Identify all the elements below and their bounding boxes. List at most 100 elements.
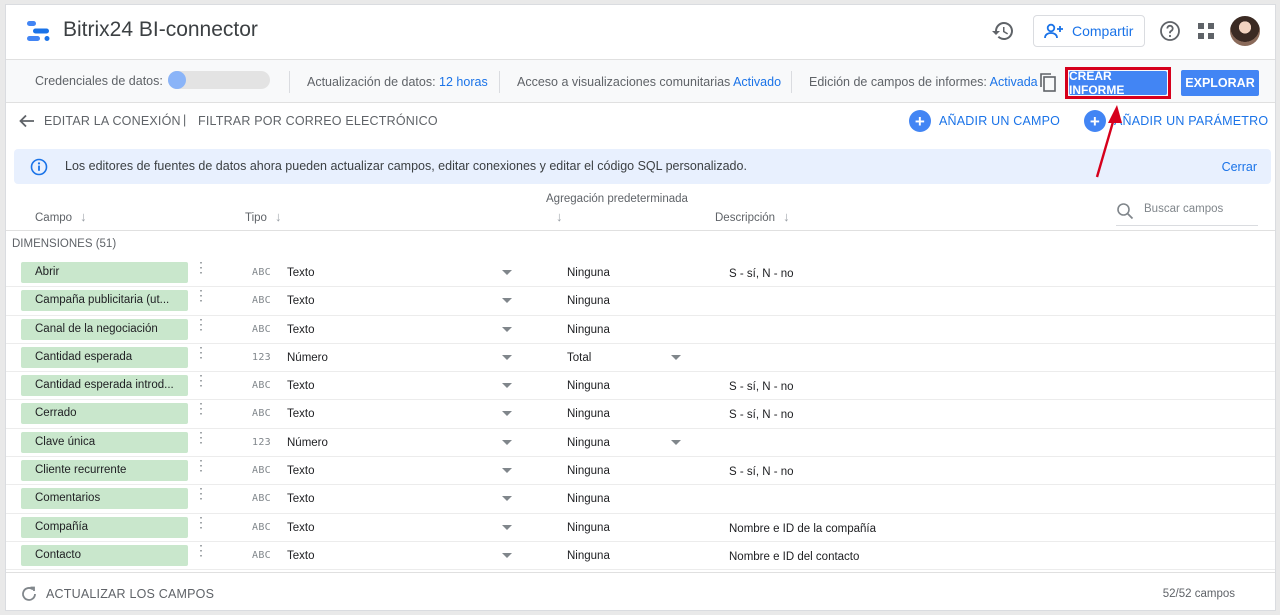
help-icon[interactable]	[1159, 20, 1181, 42]
type-dropdown-icon[interactable]	[502, 326, 512, 332]
type-dropdown-icon[interactable]	[502, 468, 512, 474]
table-row: Canal de la negociación ⋮ ABC Texto Ning…	[6, 316, 1275, 344]
banner-close-link[interactable]: Cerrar	[1222, 160, 1257, 174]
field-name-chip[interactable]: Cantidad esperada introd...	[21, 375, 188, 397]
more-vert-icon[interactable]: ⋮	[194, 515, 208, 537]
apps-grid-icon[interactable]	[1197, 22, 1215, 40]
more-vert-icon[interactable]: ⋮	[194, 345, 208, 367]
field-name-chip[interactable]: Canal de la negociación	[21, 318, 188, 340]
table-row: Cantidad esperada ⋮ 123 Número Total	[6, 344, 1275, 373]
report-edit-label: Edición de campos de informes:	[809, 75, 987, 89]
table-row: Contacto ⋮ ABC Texto Ninguna Nombre e ID…	[6, 542, 1275, 571]
field-name-chip[interactable]: Contacto	[21, 544, 188, 566]
report-edit-info: Edición de campos de informes: Activada	[809, 75, 1038, 89]
type-dropdown-icon[interactable]	[502, 270, 512, 275]
type-dropdown-icon[interactable]	[502, 354, 512, 360]
info-banner: Los editores de fuentes de datos ahora p…	[14, 149, 1271, 184]
edit-bar-separator: |	[183, 113, 187, 127]
field-aggregation: Ninguna	[567, 493, 610, 506]
field-name-chip[interactable]: Compañía	[21, 516, 188, 538]
add-field-label: AÑADIR UN CAMPO	[939, 114, 1061, 128]
column-aggregation-label: Agregación predeterminada	[546, 193, 688, 205]
type-number-icon: 123	[252, 351, 271, 363]
field-name-chip[interactable]: Comentarios	[21, 488, 188, 510]
type-text-icon: ABC	[252, 465, 271, 477]
credentials-label: Credenciales de datos:	[35, 74, 163, 88]
field-type: Texto	[287, 380, 315, 393]
table-row: Cantidad esperada introd... ⋮ ABC Texto …	[6, 372, 1275, 401]
explore-button[interactable]: EXPLORAR	[1181, 70, 1259, 96]
edit-connection-link[interactable]: EDITAR LA CONEXIÓN	[44, 114, 181, 128]
column-field-label: Campo	[35, 212, 73, 224]
column-type-label: Tipo	[245, 212, 267, 224]
search-fields-input[interactable]	[1144, 203, 1254, 215]
more-vert-icon[interactable]: ⋮	[194, 260, 208, 282]
type-text-icon: ABC	[252, 267, 271, 278]
more-vert-icon[interactable]: ⋮	[194, 373, 208, 395]
column-header-description[interactable]: Descripción ↓	[715, 209, 790, 224]
aggregation-dropdown-icon[interactable]	[671, 439, 681, 445]
column-header-field[interactable]: Campo ↓	[35, 209, 87, 224]
field-aggregation: Ninguna	[567, 521, 610, 534]
history-icon[interactable]	[991, 19, 1015, 43]
info-icon	[30, 158, 48, 176]
type-dropdown-icon[interactable]	[502, 552, 512, 558]
create-report-button[interactable]: CREAR INFORME	[1069, 69, 1167, 97]
field-description[interactable]: Nombre e ID de la compañía	[729, 523, 876, 535]
user-avatar[interactable]	[1230, 16, 1260, 46]
type-dropdown-icon[interactable]	[502, 496, 512, 502]
banner-message: Los editores de fuentes de datos ahora p…	[65, 159, 747, 173]
edit-bar: EDITAR LA CONEXIÓN | FILTRAR POR CORREO …	[6, 103, 1275, 139]
more-vert-icon[interactable]: ⋮	[194, 430, 208, 452]
field-description[interactable]: S - sí, N - no	[729, 466, 794, 478]
more-vert-icon[interactable]: ⋮	[194, 543, 208, 565]
back-arrow-icon[interactable]	[18, 112, 36, 130]
more-vert-icon[interactable]: ⋮	[194, 288, 208, 310]
field-aggregation: Total	[567, 351, 592, 364]
field-type: Texto	[287, 267, 315, 279]
field-aggregation: Ninguna	[567, 408, 610, 421]
type-dropdown-icon[interactable]	[502, 298, 512, 304]
refresh-fields-button[interactable]: ACTUALIZAR LOS CAMPOS	[46, 587, 214, 601]
community-access-link[interactable]: Activado	[733, 75, 781, 89]
more-vert-icon[interactable]: ⋮	[194, 317, 208, 339]
type-text-icon: ABC	[252, 408, 271, 420]
type-text-icon: ABC	[252, 521, 271, 533]
report-edit-link[interactable]: Activada	[990, 75, 1038, 89]
field-aggregation: Ninguna	[567, 549, 610, 562]
type-dropdown-icon[interactable]	[502, 524, 512, 530]
field-description[interactable]: S - sí, N - no	[729, 409, 794, 421]
field-name-chip[interactable]: Cliente recurrente	[21, 460, 188, 482]
credentials-account-chip[interactable]	[168, 71, 271, 90]
type-dropdown-icon[interactable]	[502, 383, 512, 389]
field-name-chip[interactable]: Clave única	[21, 431, 188, 453]
field-description[interactable]: Nombre e ID del contacto	[729, 551, 859, 563]
more-vert-icon[interactable]: ⋮	[194, 401, 208, 423]
column-header-aggregation[interactable]: Agregación predeterminada ↓	[546, 193, 688, 224]
type-dropdown-icon[interactable]	[502, 411, 512, 417]
field-name-chip[interactable]: Abrir	[21, 262, 188, 283]
field-name-chip[interactable]: Campaña publicitaria (ut...	[21, 290, 188, 312]
sort-arrow-icon: ↓	[80, 209, 87, 224]
filter-by-email-link[interactable]: FILTRAR POR CORREO ELECTRÓNICO	[198, 114, 438, 128]
field-description[interactable]: S - sí, N - no	[729, 381, 794, 393]
table-header: Campo ↓ Tipo ↓ Agregación predeterminada ↓…	[6, 187, 1275, 231]
update-frequency-link[interactable]: 12 horas	[439, 75, 488, 89]
more-vert-icon[interactable]: ⋮	[194, 486, 208, 508]
field-name-chip[interactable]: Cantidad esperada	[21, 346, 188, 368]
table-row: Campaña publicitaria (ut... ⋮ ABC Texto …	[6, 287, 1275, 316]
refresh-icon[interactable]	[20, 585, 38, 603]
field-type: Texto	[287, 493, 315, 506]
field-name-chip[interactable]: Cerrado	[21, 403, 188, 425]
field-aggregation: Ninguna	[567, 267, 610, 279]
add-field-button[interactable]: + AÑADIR UN CAMPO	[909, 110, 1060, 132]
column-header-type[interactable]: Tipo ↓	[245, 209, 281, 224]
field-aggregation: Ninguna	[567, 465, 610, 478]
copy-icon[interactable]	[1038, 72, 1058, 92]
field-description[interactable]: S - sí, N - no	[729, 268, 794, 280]
more-vert-icon[interactable]: ⋮	[194, 458, 208, 480]
type-text-icon: ABC	[252, 295, 271, 307]
type-dropdown-icon[interactable]	[502, 439, 512, 445]
share-button[interactable]: Compartir	[1033, 15, 1145, 47]
aggregation-dropdown-icon[interactable]	[671, 354, 681, 360]
